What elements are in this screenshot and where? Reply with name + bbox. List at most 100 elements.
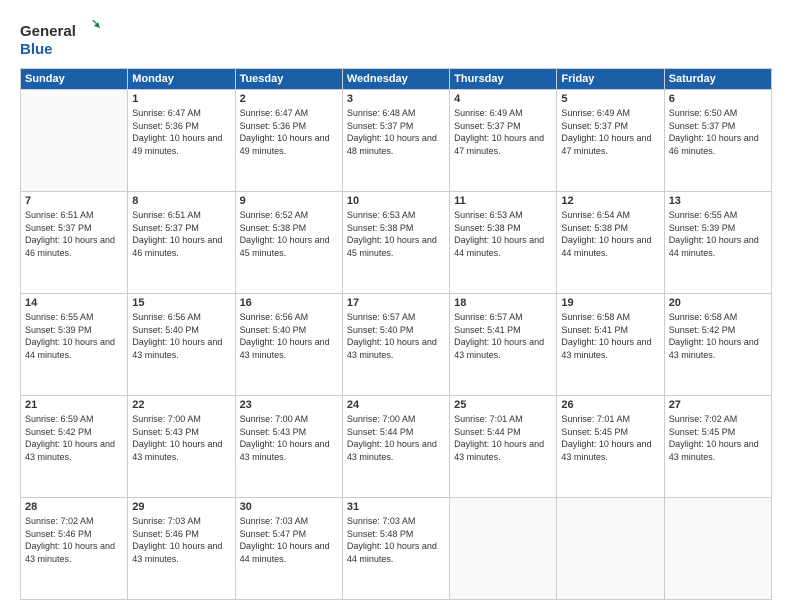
calendar-cell: 9 Sunrise: 6:52 AMSunset: 5:38 PMDaylight… bbox=[235, 192, 342, 294]
cell-info: Sunrise: 6:51 AMSunset: 5:37 PMDaylight:… bbox=[132, 209, 230, 259]
logo-svg: General Blue bbox=[20, 16, 100, 60]
day-number: 31 bbox=[347, 501, 445, 513]
day-number: 17 bbox=[347, 297, 445, 309]
day-number: 6 bbox=[669, 93, 767, 105]
day-number: 29 bbox=[132, 501, 230, 513]
calendar-table: SundayMondayTuesdayWednesdayThursdayFrid… bbox=[20, 68, 772, 600]
day-number: 3 bbox=[347, 93, 445, 105]
cell-info: Sunrise: 6:56 AMSunset: 5:40 PMDaylight:… bbox=[240, 311, 338, 361]
cell-info: Sunrise: 6:47 AMSunset: 5:36 PMDaylight:… bbox=[240, 107, 338, 157]
calendar-cell: 4 Sunrise: 6:49 AMSunset: 5:37 PMDaylight… bbox=[450, 90, 557, 192]
day-number: 24 bbox=[347, 399, 445, 411]
cell-info: Sunrise: 6:47 AMSunset: 5:36 PMDaylight:… bbox=[132, 107, 230, 157]
cell-info: Sunrise: 6:50 AMSunset: 5:37 PMDaylight:… bbox=[669, 107, 767, 157]
day-number: 21 bbox=[25, 399, 123, 411]
cell-info: Sunrise: 6:57 AMSunset: 5:41 PMDaylight:… bbox=[454, 311, 552, 361]
col-header-tuesday: Tuesday bbox=[235, 69, 342, 90]
calendar-cell: 3 Sunrise: 6:48 AMSunset: 5:37 PMDaylight… bbox=[342, 90, 449, 192]
cell-info: Sunrise: 6:58 AMSunset: 5:41 PMDaylight:… bbox=[561, 311, 659, 361]
cell-info: Sunrise: 6:55 AMSunset: 5:39 PMDaylight:… bbox=[669, 209, 767, 259]
calendar-cell: 24Sunrise: 7:00 AMSunset: 5:44 PMDayligh… bbox=[342, 396, 449, 498]
day-number: 16 bbox=[240, 297, 338, 309]
cell-info: Sunrise: 6:59 AMSunset: 5:42 PMDaylight:… bbox=[25, 413, 123, 463]
col-header-monday: Monday bbox=[128, 69, 235, 90]
cell-info: Sunrise: 6:48 AMSunset: 5:37 PMDaylight:… bbox=[347, 107, 445, 157]
day-number: 9 bbox=[240, 195, 338, 207]
day-number: 12 bbox=[561, 195, 659, 207]
cell-info: Sunrise: 7:00 AMSunset: 5:43 PMDaylight:… bbox=[132, 413, 230, 463]
cell-info: Sunrise: 6:53 AMSunset: 5:38 PMDaylight:… bbox=[347, 209, 445, 259]
day-number: 2 bbox=[240, 93, 338, 105]
calendar-cell: 13 Sunrise: 6:55 AMSunset: 5:39 PMDayligh… bbox=[664, 192, 771, 294]
logo: General Blue bbox=[20, 16, 100, 60]
day-number: 13 bbox=[669, 195, 767, 207]
day-number: 27 bbox=[669, 399, 767, 411]
calendar-cell: 5 Sunrise: 6:49 AMSunset: 5:37 PMDaylight… bbox=[557, 90, 664, 192]
calendar-cell: 16 Sunrise: 6:56 AMSunset: 5:40 PMDayligh… bbox=[235, 294, 342, 396]
calendar-cell: 6 Sunrise: 6:50 AMSunset: 5:37 PMDaylight… bbox=[664, 90, 771, 192]
day-number: 26 bbox=[561, 399, 659, 411]
calendar-header-row: SundayMondayTuesdayWednesdayThursdayFrid… bbox=[21, 69, 772, 90]
cell-info: Sunrise: 7:02 AMSunset: 5:45 PMDaylight:… bbox=[669, 413, 767, 463]
calendar-cell: 10Sunrise: 6:53 AMSunset: 5:38 PMDayligh… bbox=[342, 192, 449, 294]
col-header-friday: Friday bbox=[557, 69, 664, 90]
calendar-cell: 12 Sunrise: 6:54 AMSunset: 5:38 PMDayligh… bbox=[557, 192, 664, 294]
calendar-cell: 18 Sunrise: 6:57 AMSunset: 5:41 PMDayligh… bbox=[450, 294, 557, 396]
calendar-cell bbox=[21, 90, 128, 192]
day-number: 23 bbox=[240, 399, 338, 411]
day-number: 15 bbox=[132, 297, 230, 309]
cell-info: Sunrise: 7:01 AMSunset: 5:45 PMDaylight:… bbox=[561, 413, 659, 463]
day-number: 1 bbox=[132, 93, 230, 105]
calendar-cell: 15Sunrise: 6:56 AMSunset: 5:40 PMDayligh… bbox=[128, 294, 235, 396]
cell-info: Sunrise: 6:54 AMSunset: 5:38 PMDaylight:… bbox=[561, 209, 659, 259]
calendar-cell: 7 Sunrise: 6:51 AMSunset: 5:37 PMDaylight… bbox=[21, 192, 128, 294]
cell-info: Sunrise: 7:02 AMSunset: 5:46 PMDaylight:… bbox=[25, 515, 123, 565]
cell-info: Sunrise: 6:57 AMSunset: 5:40 PMDaylight:… bbox=[347, 311, 445, 361]
day-number: 25 bbox=[454, 399, 552, 411]
calendar-cell: 8Sunrise: 6:51 AMSunset: 5:37 PMDaylight… bbox=[128, 192, 235, 294]
day-number: 19 bbox=[561, 297, 659, 309]
calendar-cell: 21 Sunrise: 6:59 AMSunset: 5:42 PMDayligh… bbox=[21, 396, 128, 498]
calendar-cell: 20 Sunrise: 6:58 AMSunset: 5:42 PMDayligh… bbox=[664, 294, 771, 396]
day-number: 22 bbox=[132, 399, 230, 411]
calendar-cell bbox=[557, 498, 664, 600]
day-number: 4 bbox=[454, 93, 552, 105]
calendar-cell bbox=[664, 498, 771, 600]
page: General Blue SundayMondayTuesdayWednesda… bbox=[0, 0, 792, 612]
calendar-cell: 26 Sunrise: 7:01 AMSunset: 5:45 PMDayligh… bbox=[557, 396, 664, 498]
calendar-cell: 2 Sunrise: 6:47 AMSunset: 5:36 PMDaylight… bbox=[235, 90, 342, 192]
calendar-cell: 30Sunrise: 7:03 AMSunset: 5:47 PMDayligh… bbox=[235, 498, 342, 600]
day-number: 5 bbox=[561, 93, 659, 105]
day-number: 11 bbox=[454, 195, 552, 207]
cell-info: Sunrise: 6:52 AMSunset: 5:38 PMDaylight:… bbox=[240, 209, 338, 259]
day-number: 7 bbox=[25, 195, 123, 207]
col-header-sunday: Sunday bbox=[21, 69, 128, 90]
cell-info: Sunrise: 6:51 AMSunset: 5:37 PMDaylight:… bbox=[25, 209, 123, 259]
calendar-week-4: 21 Sunrise: 6:59 AMSunset: 5:42 PMDayligh… bbox=[21, 396, 772, 498]
day-number: 28 bbox=[25, 501, 123, 513]
day-number: 14 bbox=[25, 297, 123, 309]
cell-info: Sunrise: 7:03 AMSunset: 5:47 PMDaylight:… bbox=[240, 515, 338, 565]
calendar-week-2: 7 Sunrise: 6:51 AMSunset: 5:37 PMDaylight… bbox=[21, 192, 772, 294]
cell-info: Sunrise: 7:03 AMSunset: 5:46 PMDaylight:… bbox=[132, 515, 230, 565]
calendar-cell: 1 Sunrise: 6:47 AMSunset: 5:36 PMDaylight… bbox=[128, 90, 235, 192]
cell-info: Sunrise: 6:58 AMSunset: 5:42 PMDaylight:… bbox=[669, 311, 767, 361]
svg-text:General: General bbox=[20, 23, 76, 40]
calendar-week-1: 1 Sunrise: 6:47 AMSunset: 5:36 PMDaylight… bbox=[21, 90, 772, 192]
calendar-cell: 17 Sunrise: 6:57 AMSunset: 5:40 PMDayligh… bbox=[342, 294, 449, 396]
cell-info: Sunrise: 6:49 AMSunset: 5:37 PMDaylight:… bbox=[454, 107, 552, 157]
calendar-cell: 29 Sunrise: 7:03 AMSunset: 5:46 PMDayligh… bbox=[128, 498, 235, 600]
day-number: 18 bbox=[454, 297, 552, 309]
col-header-thursday: Thursday bbox=[450, 69, 557, 90]
calendar-cell: 23 Sunrise: 7:00 AMSunset: 5:43 PMDayligh… bbox=[235, 396, 342, 498]
header: General Blue bbox=[20, 16, 772, 60]
calendar-week-3: 14 Sunrise: 6:55 AMSunset: 5:39 PMDayligh… bbox=[21, 294, 772, 396]
calendar-cell bbox=[450, 498, 557, 600]
cell-info: Sunrise: 6:55 AMSunset: 5:39 PMDaylight:… bbox=[25, 311, 123, 361]
calendar-cell: 27 Sunrise: 7:02 AMSunset: 5:45 PMDayligh… bbox=[664, 396, 771, 498]
day-number: 20 bbox=[669, 297, 767, 309]
calendar-cell: 28 Sunrise: 7:02 AMSunset: 5:46 PMDayligh… bbox=[21, 498, 128, 600]
cell-info: Sunrise: 7:00 AMSunset: 5:43 PMDaylight:… bbox=[240, 413, 338, 463]
cell-info: Sunrise: 6:49 AMSunset: 5:37 PMDaylight:… bbox=[561, 107, 659, 157]
cell-info: Sunrise: 7:01 AMSunset: 5:44 PMDaylight:… bbox=[454, 413, 552, 463]
